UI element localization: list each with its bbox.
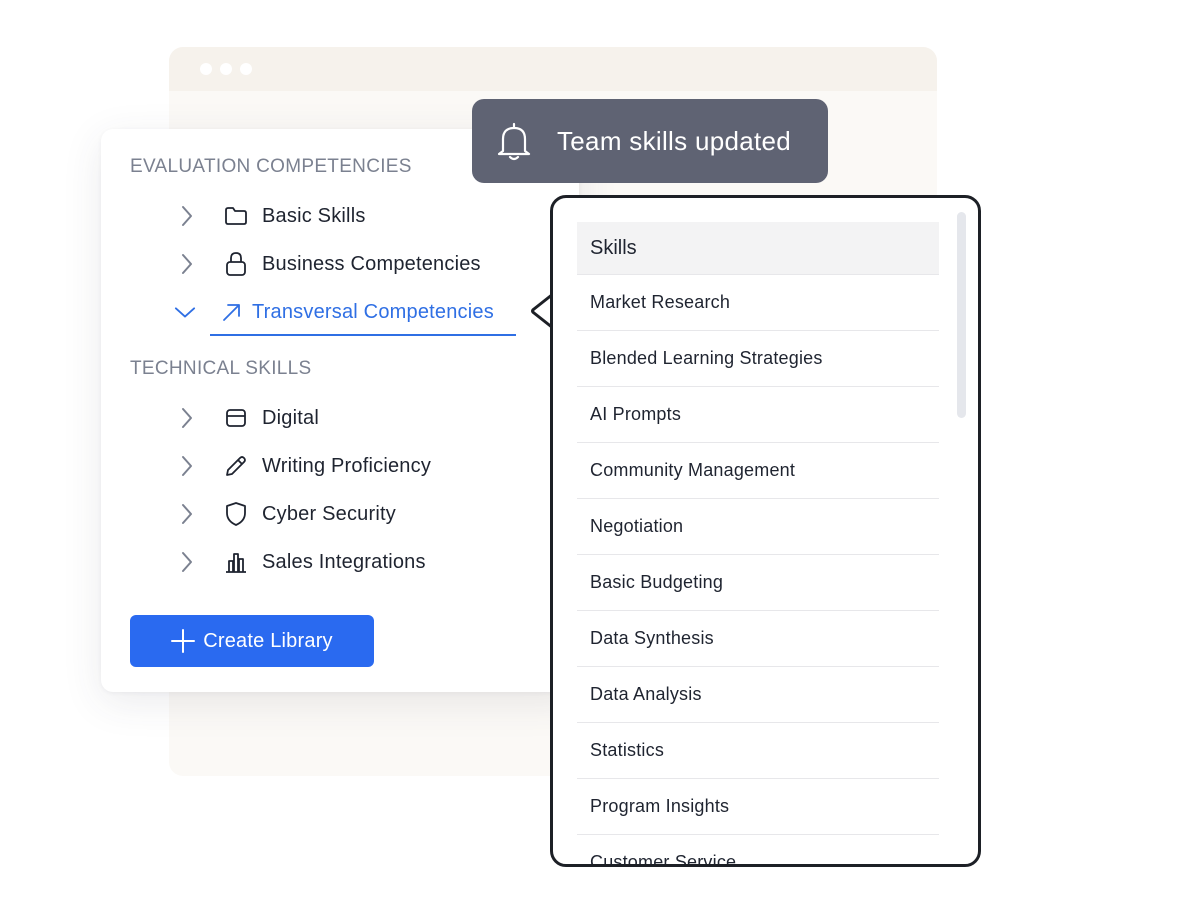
tree-item-label: Sales Integrations bbox=[262, 550, 426, 573]
skill-item[interactable]: Market Research bbox=[577, 275, 939, 331]
window-dot-icon bbox=[220, 63, 232, 75]
skill-item[interactable]: Statistics bbox=[577, 723, 939, 779]
skill-item[interactable]: Blended Learning Strategies bbox=[577, 331, 939, 387]
skill-item[interactable]: Program Insights bbox=[577, 779, 939, 835]
arrow-up-right-icon bbox=[219, 299, 245, 325]
skill-item[interactable]: Customer Service bbox=[577, 835, 939, 864]
chevron-down-icon[interactable] bbox=[174, 301, 196, 323]
skills-dropdown: Skills Market Research Blended Learning … bbox=[550, 195, 981, 867]
skill-item[interactable]: Basic Budgeting bbox=[577, 555, 939, 611]
lock-icon bbox=[223, 251, 249, 277]
skills-list: Skills Market Research Blended Learning … bbox=[577, 222, 939, 864]
bell-icon bbox=[497, 121, 531, 161]
chevron-right-icon[interactable] bbox=[176, 407, 198, 429]
chevron-right-icon[interactable] bbox=[176, 253, 198, 275]
toast-message: Team skills updated bbox=[557, 125, 792, 156]
section-title-technical: TECHNICAL SKILLS bbox=[130, 358, 312, 379]
shield-icon bbox=[223, 501, 249, 527]
window-dot-icon bbox=[200, 63, 212, 75]
tree-item-label: Transversal Competencies bbox=[252, 300, 494, 323]
folder-icon bbox=[223, 203, 249, 229]
skills-header: Skills bbox=[577, 222, 939, 275]
tree-item-sales-integrations[interactable]: Sales Integrations bbox=[176, 542, 426, 582]
skill-item[interactable]: Data Synthesis bbox=[577, 611, 939, 667]
tree-item-basic-skills[interactable]: Basic Skills bbox=[176, 196, 366, 236]
tree-item-cyber-security[interactable]: Cyber Security bbox=[176, 494, 396, 534]
notification-toast: Team skills updated bbox=[472, 99, 828, 183]
tree-item-digital[interactable]: Digital bbox=[176, 398, 319, 438]
tree-item-label: Business Competencies bbox=[262, 252, 481, 275]
tree-item-writing-proficiency[interactable]: Writing Proficiency bbox=[176, 446, 431, 486]
chevron-right-icon[interactable] bbox=[176, 503, 198, 525]
chevron-right-icon[interactable] bbox=[176, 455, 198, 477]
active-item-underline bbox=[210, 334, 516, 336]
tree-item-transversal-competencies[interactable]: Transversal Competencies bbox=[174, 292, 494, 332]
library-panel: EVALUATION COMPETENCIES Basic Skills Bus… bbox=[101, 129, 579, 692]
create-library-button[interactable]: Create Library bbox=[130, 615, 374, 667]
create-library-label: Create Library bbox=[203, 629, 333, 652]
tree-item-label: Cyber Security bbox=[262, 502, 396, 525]
chevron-right-icon[interactable] bbox=[176, 205, 198, 227]
tree-item-business-competencies[interactable]: Business Competencies bbox=[176, 244, 481, 284]
skill-item[interactable]: Data Analysis bbox=[577, 667, 939, 723]
skill-item[interactable]: Negotiation bbox=[577, 499, 939, 555]
card-icon bbox=[223, 405, 249, 431]
scrollbar-thumb[interactable] bbox=[957, 212, 966, 418]
plus-icon bbox=[171, 629, 196, 653]
bar-chart-icon bbox=[223, 549, 249, 575]
pencil-icon bbox=[223, 453, 249, 479]
tree-item-label: Basic Skills bbox=[262, 204, 366, 227]
skill-item[interactable]: Community Management bbox=[577, 443, 939, 499]
window-title-bar bbox=[169, 47, 937, 91]
tree-item-label: Digital bbox=[262, 406, 319, 429]
section-title-evaluation: EVALUATION COMPETENCIES bbox=[130, 156, 412, 177]
window-dot-icon bbox=[240, 63, 252, 75]
tree-item-label: Writing Proficiency bbox=[262, 454, 432, 477]
skill-item[interactable]: AI Prompts bbox=[577, 387, 939, 443]
chevron-right-icon[interactable] bbox=[176, 551, 198, 573]
